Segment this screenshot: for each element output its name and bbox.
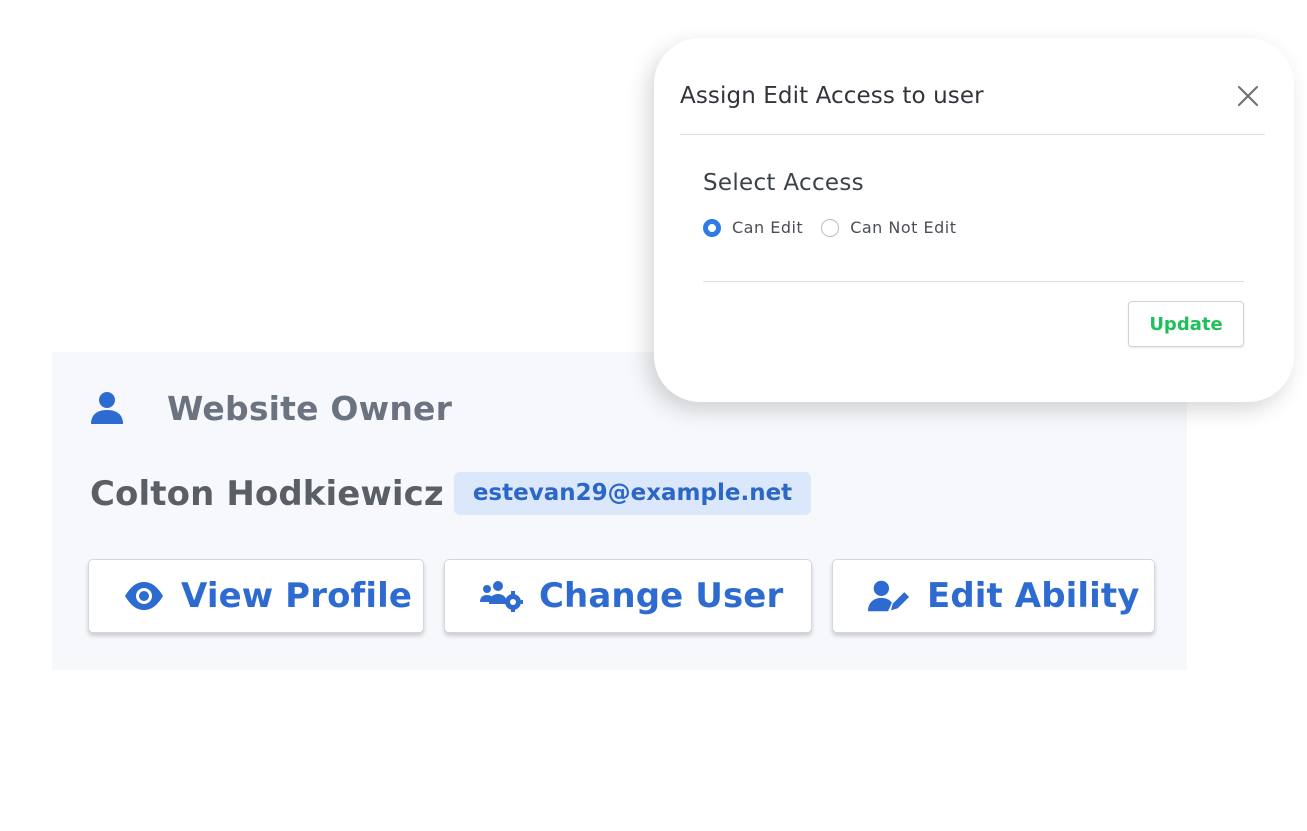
owner-email-badge: estevan29@example.net xyxy=(453,472,812,515)
user-icon xyxy=(88,389,126,427)
radio-can-not-edit-label: Can Not Edit xyxy=(850,218,957,237)
edit-ability-button[interactable]: Edit Ability xyxy=(832,559,1155,633)
page: Website Owner Colton Hodkiewicz estevan2… xyxy=(0,0,1307,831)
change-user-label: Change User xyxy=(539,576,784,616)
users-gear-icon xyxy=(479,579,523,613)
modal-title: Assign Edit Access to user xyxy=(680,83,984,109)
assign-edit-access-modal: Assign Edit Access to user Select Access… xyxy=(654,38,1294,402)
owner-name: Colton Hodkiewicz xyxy=(90,473,444,514)
radio-can-edit-label: Can Edit xyxy=(732,218,804,237)
owner-info: Colton Hodkiewicz estevan29@example.net xyxy=(90,472,812,515)
owner-actions: View Profile Change User Edit Ability xyxy=(88,559,1155,633)
modal-footer-divider xyxy=(703,281,1244,282)
access-radio-group: Can Edit Can Not Edit xyxy=(703,218,975,237)
change-user-button[interactable]: Change User xyxy=(444,559,812,633)
edit-ability-label: Edit Ability xyxy=(927,576,1140,616)
view-profile-label: View Profile xyxy=(181,576,413,616)
user-pen-icon xyxy=(867,579,911,613)
close-button[interactable] xyxy=(1232,80,1264,112)
modal-header: Assign Edit Access to user xyxy=(680,68,1264,124)
update-button[interactable]: Update xyxy=(1128,301,1244,347)
owner-card-title: Website Owner xyxy=(167,388,453,428)
view-profile-button[interactable]: View Profile xyxy=(88,559,424,633)
radio-can-edit-input[interactable] xyxy=(703,218,721,237)
eye-icon xyxy=(123,579,165,613)
radio-can-not-edit[interactable]: Can Not Edit xyxy=(821,218,956,237)
radio-can-edit[interactable]: Can Edit xyxy=(703,218,803,237)
modal-divider xyxy=(680,134,1265,135)
radio-can-not-edit-input[interactable] xyxy=(821,218,840,237)
select-access-label: Select Access xyxy=(703,170,864,196)
owner-card-header: Website Owner xyxy=(88,388,452,428)
close-icon xyxy=(1238,86,1258,106)
